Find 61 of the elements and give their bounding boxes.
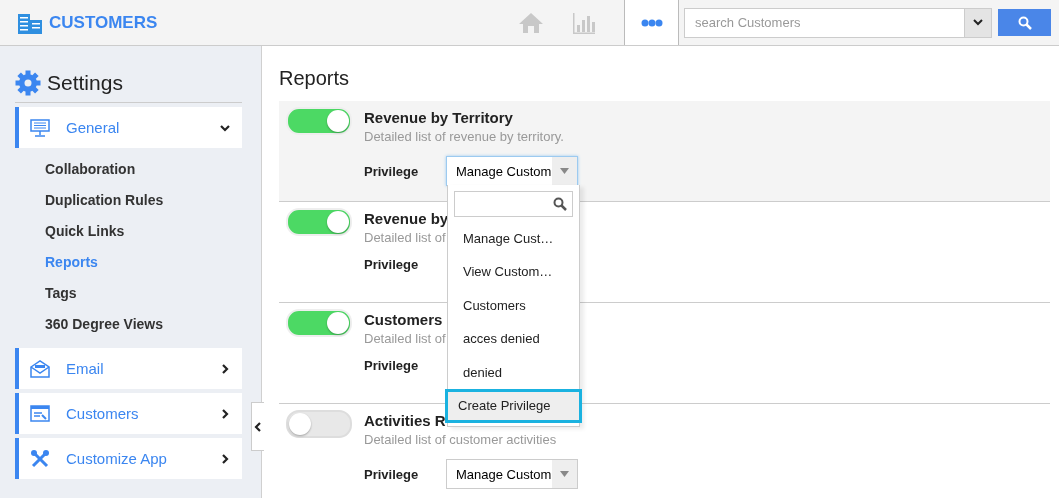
report-description: Detailed list of: [364, 331, 446, 346]
report-description: Detailed list of customer activities: [364, 432, 558, 447]
privilege-select[interactable]: Manage Custom: [446, 459, 578, 489]
sidebar-subitem[interactable]: Tags: [45, 278, 261, 309]
more-icon: [640, 18, 663, 27]
report-description: Detailed list of revenue by territory.: [364, 129, 565, 144]
privilege-select[interactable]: Manage Custom: [446, 156, 578, 186]
caret-down-icon: [560, 471, 569, 477]
envelope-icon: [30, 359, 50, 378]
dropdown-option[interactable]: Manage Cust…: [448, 222, 579, 256]
privilege-label: Privilege: [364, 163, 420, 179]
privilege-label: Privilege: [364, 466, 420, 482]
chevron-down-icon: [973, 19, 983, 26]
sidebar-section[interactable]: Customize App: [15, 438, 242, 479]
report-description: Detailed list of: [364, 230, 447, 245]
building-icon: [17, 11, 43, 34]
report-name: Customers: [364, 311, 444, 328]
monitor-icon: [30, 118, 50, 137]
collapse-sidebar-button[interactable]: [251, 402, 264, 451]
report-name: Activities R: [364, 412, 447, 429]
sidebar-subitem[interactable]: Quick Links: [45, 216, 261, 247]
more-tab[interactable]: [624, 0, 679, 45]
dropdown-option[interactable]: Customers: [448, 288, 579, 323]
create-privilege-option[interactable]: Create Privilege: [445, 388, 582, 423]
sidebar-subitem[interactable]: Duplication Rules: [45, 185, 261, 216]
sidebar-title: Settings: [47, 71, 123, 95]
search-scope-dropdown[interactable]: [964, 7, 992, 38]
chevron-right-icon: [220, 363, 230, 374]
privilege-label: Privilege: [364, 257, 420, 272]
dropdown-search-field[interactable]: [454, 191, 573, 217]
toggle-switch[interactable]: [286, 410, 352, 438]
dropdown-option[interactable]: denied: [448, 355, 579, 389]
bar-chart-icon[interactable]: [572, 10, 596, 35]
sidebar-subitem[interactable]: Collaboration: [45, 154, 261, 185]
toggle-switch[interactable]: [286, 208, 352, 236]
window-icon: [30, 404, 50, 423]
report-name: Revenue by Territory: [364, 109, 514, 126]
search-field[interactable]: search Customers: [684, 7, 964, 38]
chevron-left-icon: [254, 421, 262, 432]
chevron-down-icon: [220, 122, 230, 133]
privilege-label: Privilege: [364, 358, 420, 373]
sidebar-subitem[interactable]: 360 Degree Views: [45, 309, 261, 340]
sidebar-section[interactable]: Email: [15, 348, 242, 389]
home-icon[interactable]: [518, 11, 544, 34]
sidebar-section[interactable]: General: [15, 107, 242, 148]
caret-down-icon: [560, 168, 569, 174]
toggle-switch[interactable]: [286, 309, 352, 337]
toggle-switch[interactable]: [286, 107, 352, 135]
sidebar-section[interactable]: Customers: [15, 393, 242, 434]
chevron-right-icon: [220, 408, 230, 419]
settings-icon: [15, 70, 41, 96]
report-name: Revenue by: [364, 210, 449, 227]
search-button[interactable]: [998, 9, 1051, 36]
app-title: CUSTOMERS: [49, 12, 158, 33]
search-icon: [1017, 15, 1032, 30]
page-title: Reports: [279, 67, 351, 90]
chevron-right-icon: [220, 453, 230, 464]
tools-icon: [30, 448, 50, 469]
search-icon: [553, 197, 567, 211]
dropdown-option[interactable]: acces denied: [448, 322, 579, 356]
dropdown-option[interactable]: View Custom…: [448, 255, 579, 289]
